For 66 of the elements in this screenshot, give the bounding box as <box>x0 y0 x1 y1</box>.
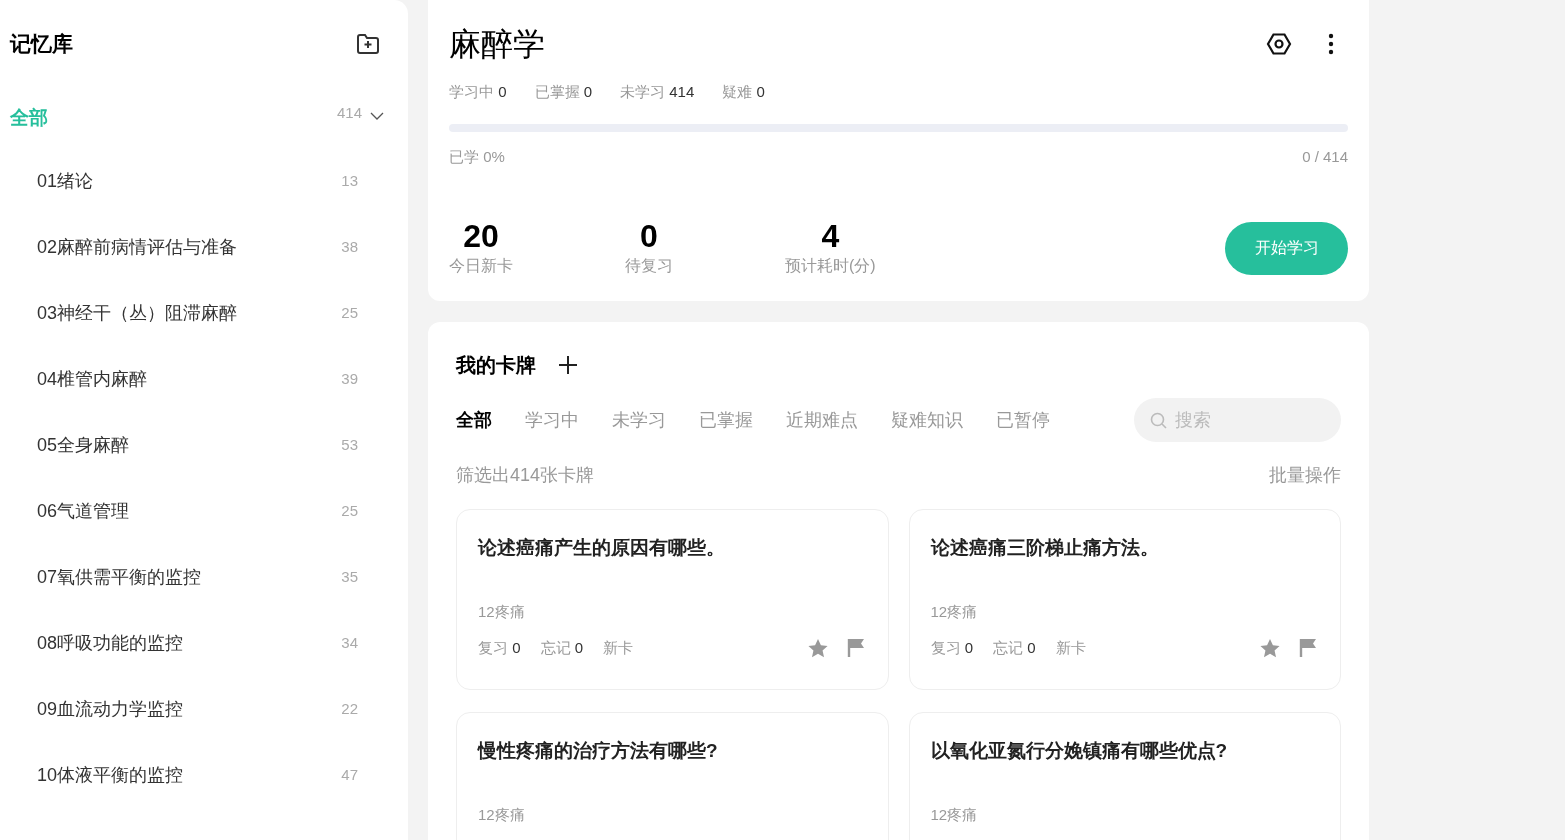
category-item[interactable]: 05全身麻醉 <box>37 431 130 459</box>
stat-label: 待复习 <box>625 256 673 276</box>
search-icon <box>1150 412 1167 429</box>
category-count: 53 <box>341 434 358 455</box>
cards-title: 我的卡牌 <box>456 353 536 378</box>
card-status: 新卡 <box>603 638 634 658</box>
settings-icon[interactable] <box>1266 31 1292 57</box>
progress-label: 已学 0% <box>449 146 505 167</box>
category-item[interactable]: 04椎管内麻醉 <box>37 365 148 393</box>
status-count: 学习中 0 <box>449 82 507 102</box>
category-count: 47 <box>341 764 358 785</box>
category-item[interactable]: 01绪论 <box>37 167 94 195</box>
add-icon[interactable] <box>558 355 578 375</box>
card-question: 论述癌痛三阶梯止痛方法。 <box>930 536 1160 560</box>
card-stat: 忘记 0 <box>540 638 584 658</box>
card-stat: 复习 0 <box>930 638 973 658</box>
star-icon[interactable] <box>1259 637 1281 659</box>
flag-icon[interactable] <box>846 638 865 659</box>
category-item[interactable]: 03神经干（丛）阻滞麻醉 <box>37 299 238 327</box>
filter-summary: 筛选出414张卡牌 <box>456 464 595 487</box>
category-count: 39 <box>341 368 358 389</box>
card-tag: 12疼痛 <box>478 600 867 623</box>
more-icon[interactable] <box>1328 33 1334 55</box>
card-question: 慢性疼痛的治疗方法有哪些? <box>478 739 719 763</box>
card-tag: 12疼痛 <box>930 803 1319 826</box>
sidebar-title: 记忆库 <box>10 31 73 58</box>
category-item[interactable]: 02麻醉前病情评估与准备 <box>37 233 238 261</box>
category-item[interactable]: 06气道管理 <box>37 497 130 525</box>
card-stat: 忘记 0 <box>993 638 1036 658</box>
status-count: 未学习 414 <box>620 82 695 102</box>
stat-value: 4 <box>821 218 840 254</box>
category-count: 34 <box>341 632 358 653</box>
card-question: 以氧化亚氮行分娩镇痛有哪些优点? <box>930 739 1229 763</box>
filter-tab[interactable]: 全部 <box>456 406 492 434</box>
flashcard[interactable]: 论述癌痛产生的原因有哪些。 12疼痛 复习 0 忘记 0 新卡 <box>456 509 889 690</box>
category-count: 35 <box>341 566 358 587</box>
category-count: 25 <box>341 500 358 521</box>
category-item[interactable]: 10体液平衡的监控 <box>37 761 184 789</box>
category-count: 13 <box>341 170 358 191</box>
category-count: 25 <box>341 302 358 323</box>
stat-label: 今日新卡 <box>449 256 513 276</box>
status-count: 疑难 0 <box>722 82 765 102</box>
flashcard[interactable]: 以氧化亚氮行分娩镇痛有哪些优点? 12疼痛 <box>908 712 1341 840</box>
progress-reading: 0 / 414 <box>1302 146 1348 167</box>
flag-icon[interactable] <box>1299 638 1317 659</box>
card-tag: 12疼痛 <box>930 600 1319 623</box>
card-question: 论述癌痛产生的原因有哪些。 <box>478 536 726 560</box>
chevron-icon[interactable] <box>370 111 384 120</box>
card-status: 新卡 <box>1055 638 1086 658</box>
stat-value: 0 <box>640 218 658 254</box>
category-count: 38 <box>341 236 358 257</box>
stat-label: 预计耗时(分) <box>785 256 876 276</box>
flashcard[interactable]: 论述癌痛三阶梯止痛方法。 12疼痛 复习 0 忘记 0 新卡 <box>908 509 1341 690</box>
category-item[interactable]: 07氧供需平衡的监控 <box>37 563 202 591</box>
card-stat: 复习 0 <box>478 638 521 658</box>
category-item[interactable]: 09血流动力学监控 <box>37 695 184 723</box>
deck-title: 麻醉学 <box>449 25 545 64</box>
star-icon[interactable] <box>806 637 829 659</box>
flashcard[interactable]: 慢性疼痛的治疗方法有哪些? 12疼痛 <box>456 712 889 840</box>
category-count: 414 <box>336 102 362 123</box>
category-count: 22 <box>341 698 358 719</box>
status-count: 已掌握 0 <box>534 82 593 102</box>
add-folder-icon[interactable] <box>356 33 380 55</box>
card-tag: 12疼痛 <box>478 803 867 826</box>
category-item[interactable]: 08呼吸功能的监控 <box>37 629 184 657</box>
stat-value: 20 <box>463 218 499 254</box>
